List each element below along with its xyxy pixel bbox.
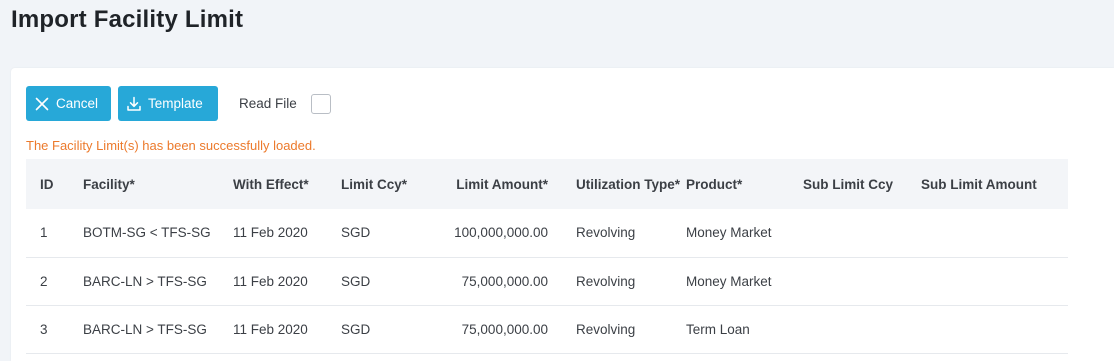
cell-utilization-type: Revolving <box>548 257 686 306</box>
column-header-sub-limit-ccy[interactable]: Sub Limit Ccy <box>803 159 921 209</box>
column-header-limit-amount[interactable]: Limit Amount* <box>431 159 548 209</box>
cancel-button-label: Cancel <box>56 96 99 111</box>
page-title: Import Facility Limit <box>11 6 244 33</box>
column-header-limit-ccy[interactable]: Limit Ccy* <box>341 159 431 209</box>
cell-limit-ccy: SGD <box>341 305 431 354</box>
cell-limit-ccy: SGD <box>341 209 431 258</box>
cell-id: 3 <box>26 305 83 354</box>
cell-facility: BOTM-SG < TFS-SG <box>83 209 233 258</box>
cell-limit-amount: 75,000,000.00 <box>431 305 548 354</box>
column-header-with-effect[interactable]: With Effect* <box>233 159 341 209</box>
cell-id: 2 <box>26 257 83 306</box>
table-row[interactable]: 1 BOTM-SG < TFS-SG 11 Feb 2020 SGD 100,0… <box>26 209 1068 258</box>
read-file-checkbox[interactable] <box>310 93 331 114</box>
cell-limit-amount: 100,000,000.00 <box>431 209 548 258</box>
toolbar: Cancel Template Read File <box>26 86 331 121</box>
table-row[interactable]: 2 BARC-LN > TFS-SG 11 Feb 2020 SGD 75,00… <box>26 257 1068 306</box>
import-panel: Cancel Template Read File The Facility L… <box>11 68 1114 361</box>
cell-sub-limit-ccy <box>803 305 921 354</box>
table-header-row: ID Facility* With Effect* Limit Ccy* Lim… <box>26 159 1068 209</box>
cell-limit-amount: 75,000,000.00 <box>431 257 548 306</box>
table-row[interactable]: 3 BARC-LN > TFS-SG 11 Feb 2020 SGD 75,00… <box>26 305 1068 354</box>
column-header-facility[interactable]: Facility* <box>83 159 233 209</box>
cell-utilization-type: Revolving <box>548 209 686 258</box>
cancel-button[interactable]: Cancel <box>26 86 111 121</box>
template-button-label: Template <box>148 96 203 111</box>
download-icon <box>126 96 142 112</box>
read-file-label: Read File <box>239 96 297 111</box>
cell-facility: BARC-LN > TFS-SG <box>83 257 233 306</box>
close-icon <box>34 96 50 112</box>
cell-id: 1 <box>26 209 83 258</box>
cell-with-effect: 11 Feb 2020 <box>233 257 341 306</box>
cell-sub-limit-amount <box>921 305 1068 354</box>
cell-sub-limit-amount <box>921 209 1068 258</box>
column-header-product[interactable]: Product* <box>686 159 803 209</box>
cell-sub-limit-ccy <box>803 257 921 306</box>
cell-sub-limit-amount <box>921 257 1068 306</box>
facility-limit-table: ID Facility* With Effect* Limit Ccy* Lim… <box>26 159 1068 354</box>
template-button[interactable]: Template <box>118 86 218 121</box>
cell-with-effect: 11 Feb 2020 <box>233 209 341 258</box>
column-header-utilization-type[interactable]: Utilization Type* <box>548 159 686 209</box>
cell-utilization-type: Revolving <box>548 305 686 354</box>
status-message: The Facility Limit(s) has been successfu… <box>26 138 316 153</box>
cell-product: Money Market <box>686 209 803 258</box>
cell-with-effect: 11 Feb 2020 <box>233 305 341 354</box>
column-header-id[interactable]: ID <box>26 159 83 209</box>
cell-facility: BARC-LN > TFS-SG <box>83 305 233 354</box>
cell-product: Money Market <box>686 257 803 306</box>
cell-limit-ccy: SGD <box>341 257 431 306</box>
cell-sub-limit-ccy <box>803 209 921 258</box>
cell-product: Term Loan <box>686 305 803 354</box>
column-header-sub-limit-amount[interactable]: Sub Limit Amount <box>921 159 1068 209</box>
